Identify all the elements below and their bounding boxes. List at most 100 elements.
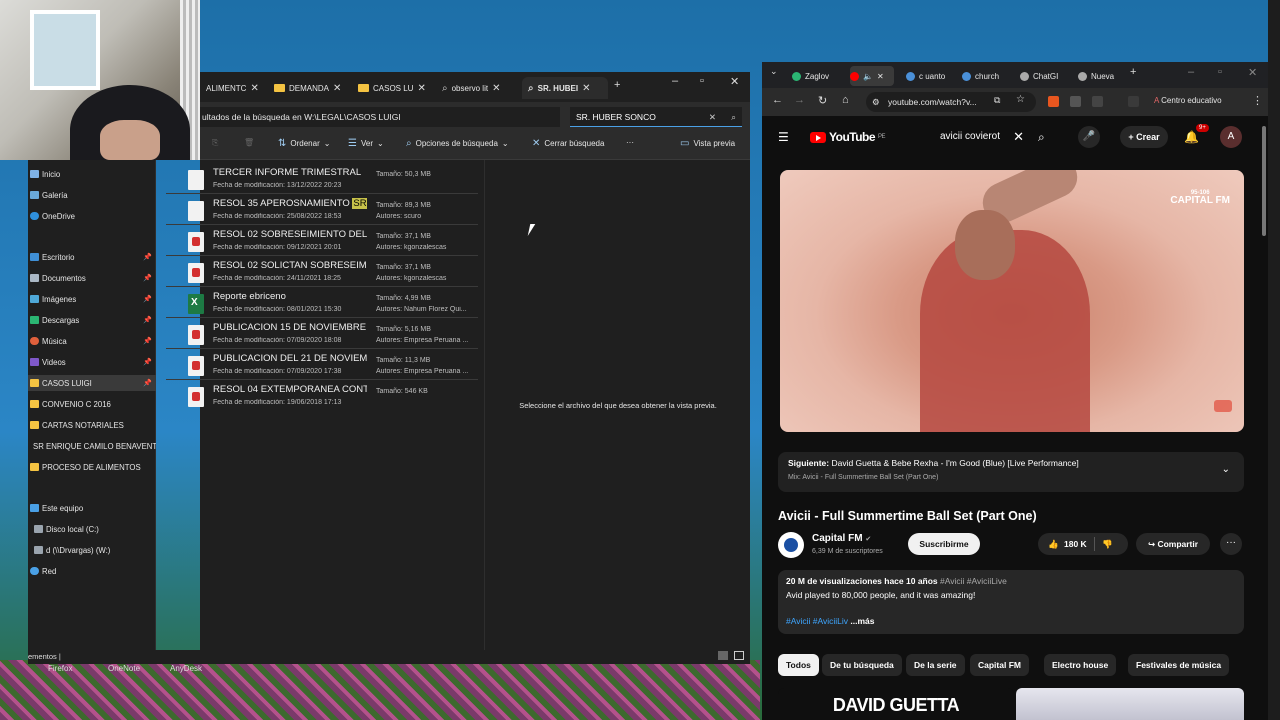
nav-item-musica[interactable]: Música 📌 <box>28 333 156 349</box>
maximize-icon[interactable]: ▫ <box>1218 66 1222 78</box>
recommended-video-thumbnail[interactable] <box>1016 688 1244 720</box>
recommended-video-thumbnail[interactable]: DAVID GUETTA <box>778 688 1014 720</box>
file-row[interactable]: RESOL 02 SOLICTAN SOBRESEIMI... Fecha de… <box>166 257 478 287</box>
new-tab-icon[interactable]: + <box>614 79 620 91</box>
file-row[interactable]: RESOL 04 EXTEMPORANEA CONT... Fecha de m… <box>166 381 478 411</box>
nav-item-este-equipo[interactable]: Este equipo <box>28 500 156 516</box>
video-player[interactable]: 95-106 CAPITAL FM <box>780 170 1244 432</box>
menu-kebab-icon[interactable]: ⋮ <box>1252 94 1263 107</box>
extension-icon[interactable] <box>1048 96 1059 107</box>
reload-icon[interactable]: ↻ <box>818 94 827 107</box>
back-icon[interactable]: ← <box>772 94 783 106</box>
browser-tab-zaglov[interactable]: Zaglov <box>792 66 848 86</box>
nav-item-casos-luigi[interactable]: CASOS LUIGI 📌 <box>28 375 156 391</box>
chip-electro-house[interactable]: Electro house <box>1044 654 1117 676</box>
explorer-tab-alimentos[interactable]: ALIMENTC ✕ <box>200 77 266 99</box>
nav-item-escritorio[interactable]: Escritorio 📌 <box>28 249 156 265</box>
search-icon[interactable]: ⌕ <box>1038 130 1045 145</box>
nav-item-videos[interactable]: Videos 📌 <box>28 354 156 370</box>
sort-button[interactable]: ⇅ Ordenar ⌄ <box>278 138 330 149</box>
reading-list-icon[interactable] <box>1128 96 1139 107</box>
file-row[interactable]: RESOL 02 SOBRESEIMIENTO DEL ... Fecha de… <box>166 226 478 256</box>
site-info-icon[interactable]: ⚙ <box>872 92 880 112</box>
home-icon[interactable]: ⌂ <box>842 94 849 106</box>
channel-name[interactable]: Capital FM ✔ <box>812 533 871 544</box>
tiles-view-icon[interactable] <box>734 651 744 660</box>
maximize-icon[interactable]: ▫ <box>700 75 704 87</box>
clear-search-icon[interactable]: ✕ <box>1013 125 1024 149</box>
like-count[interactable]: 180 K <box>1064 533 1087 555</box>
nav-item-proceso-alimentos[interactable]: PROCESO DE ALIMENTOS <box>28 459 156 475</box>
explorer-tab-demanda[interactable]: DEMANDA ✕ <box>268 77 352 99</box>
profile-button[interactable]: A Centro educativo <box>1154 96 1222 105</box>
minimize-icon[interactable]: – <box>672 75 678 87</box>
dislike-icon[interactable]: 👎 <box>1102 533 1113 555</box>
meta-hashtags[interactable]: #Avicii #AviciiLive <box>940 576 1007 586</box>
explorer-tab-casos-luigi[interactable]: CASOS LU ✕ <box>352 77 436 99</box>
file-row[interactable]: PUBLICACION 15 DE NOVIEMBRE Fecha de mod… <box>166 319 478 349</box>
audio-icon[interactable]: 🔈 <box>863 72 873 81</box>
chip-de-tu-busqueda[interactable]: De tu búsqueda <box>822 654 902 676</box>
nav-item-network-drive[interactable]: d (\\Drvargas) (W:) <box>28 542 156 558</box>
nav-item-disco-local[interactable]: Disco local (C:) <box>28 521 156 537</box>
file-row[interactable]: RESOL 35 APEROSNAMIENTO SR... Fecha de m… <box>166 195 478 225</box>
file-row[interactable]: PUBLICACION DEL 21 DE NOVIEM... Fecha de… <box>166 350 478 380</box>
close-icon[interactable]: ✕ <box>492 83 500 94</box>
forward-icon[interactable]: → <box>794 94 805 106</box>
close-window-icon[interactable]: ✕ <box>1248 66 1257 79</box>
chevron-down-icon[interactable]: ⌄ <box>1222 464 1230 475</box>
account-avatar[interactable]: A <box>1220 126 1242 148</box>
youtube-search-input[interactable]: avicii covierot ✕ <box>932 125 1024 149</box>
browser-tab-church[interactable]: church <box>962 66 1016 86</box>
chip-todos[interactable]: Todos <box>778 654 819 676</box>
more-options-button[interactable]: ··· <box>626 138 634 147</box>
youtube-watermark-icon[interactable] <box>1214 400 1232 412</box>
more-actions-button[interactable]: ··· <box>1220 533 1242 555</box>
voice-search-button[interactable]: 🎤 <box>1078 126 1100 148</box>
taskbar-label-anydesk[interactable]: AnyDesk <box>170 664 202 673</box>
nav-item-inicio[interactable]: Inicio <box>28 166 156 182</box>
share-button[interactable]: ↪ Compartir <box>1136 533 1210 555</box>
nav-item-red[interactable]: Red <box>28 563 156 579</box>
file-row[interactable]: TERCER INFORME TRIMESTRAL Fecha de modif… <box>166 164 478 194</box>
bookmark-star-icon[interactable]: ☆ <box>1016 94 1025 105</box>
notifications-bell-icon[interactable]: 🔔 <box>1184 130 1199 144</box>
copy-icon[interactable]: ⎘ <box>212 138 218 148</box>
explorer-search-input[interactable]: SR. HUBER SONCO ✕ ⌕ <box>570 107 742 127</box>
search-icon[interactable]: ⌕ <box>731 107 736 127</box>
browser-tab-youtube[interactable]: 🔈 ✕ <box>850 66 894 86</box>
delete-icon[interactable]: 🗑 <box>244 138 254 147</box>
nav-item-galeria[interactable]: Galería <box>28 187 156 203</box>
file-row[interactable]: Reporte ebriceno Fecha de modificación: … <box>166 288 478 318</box>
tab-list-icon[interactable]: ⌄ <box>770 66 778 77</box>
page-scrollbar[interactable] <box>1262 126 1266 236</box>
address-path[interactable]: ultados de la búsqueda en W:\LEGAL\CASOS… <box>200 107 560 127</box>
clear-search-icon[interactable]: ✕ <box>709 107 716 127</box>
search-options-button[interactable]: ⌕ Opciones de búsqueda ⌄ <box>406 138 509 149</box>
close-icon[interactable]: ✕ <box>250 83 258 94</box>
preview-pane-button[interactable]: ▭ Vista previa <box>680 138 735 149</box>
subscribe-button[interactable]: Suscribirme <box>908 533 980 555</box>
browser-tab-chatgpt[interactable]: ChatGI <box>1020 66 1076 86</box>
create-button[interactable]: + Crear <box>1120 126 1168 148</box>
nav-item-convenio[interactable]: CONVENIO C 2016 <box>28 396 156 412</box>
nav-item-cartas-notariales[interactable]: CARTAS NOTARIALES <box>28 417 156 433</box>
youtube-logo[interactable]: YouTube PE <box>810 130 886 144</box>
explorer-tab-search-sr-huber[interactable]: ⌕ SR. HUBEI ✕ <box>522 77 608 99</box>
chip-capital-fm[interactable]: Capital FM <box>970 654 1029 676</box>
close-icon[interactable]: ✕ <box>582 83 590 94</box>
nav-item-descargas[interactable]: Descargas 📌 <box>28 312 156 328</box>
taskbar-label-firefox[interactable]: Firefox <box>48 664 72 673</box>
chip-festivales-de-musica[interactable]: Festivales de música <box>1128 654 1230 676</box>
up-next-panel[interactable]: Siguiente: David Guetta & Bebe Rexha - I… <box>778 452 1244 492</box>
nav-item-sr-enrique[interactable]: SR ENRIQUE CAMILO BENAVENTE <box>28 438 156 454</box>
close-icon[interactable]: ✕ <box>877 72 884 81</box>
taskbar-label-onenote[interactable]: OneNote <box>108 664 140 673</box>
close-search-button[interactable]: ✕ Cerrar búsqueda <box>532 138 604 149</box>
nav-item-documentos[interactable]: Documentos 📌 <box>28 270 156 286</box>
close-icon[interactable]: ✕ <box>333 83 341 94</box>
explorer-tab-search-observo[interactable]: ⌕ observo lit ✕ <box>436 77 522 99</box>
video-description[interactable]: 20 M de visualizaciones hace 10 años #Av… <box>778 570 1244 634</box>
close-icon[interactable]: ✕ <box>417 83 425 94</box>
channel-avatar[interactable] <box>778 532 804 558</box>
